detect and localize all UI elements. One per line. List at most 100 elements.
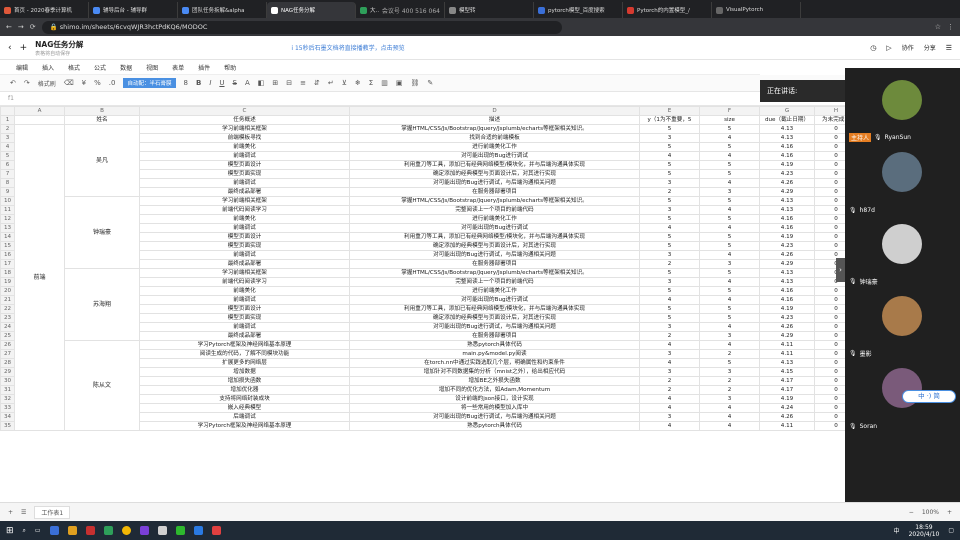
zoom-level[interactable]: 100% <box>922 509 939 516</box>
description-cell[interactable]: 利用重刀等工具，添加已有经典网络模型/模块化，并与后端沟通具体实现 <box>349 160 640 170</box>
owner-cell[interactable]: 吴凡 <box>64 124 140 197</box>
add-icon[interactable]: + <box>20 43 28 53</box>
row-number[interactable]: 8 <box>0 178 15 188</box>
status-cell[interactable]: 0 <box>814 178 845 188</box>
row-number[interactable]: 10 <box>0 196 15 206</box>
size-cell[interactable]: 4 <box>699 277 760 287</box>
filter-icon[interactable]: ⊻ <box>342 79 347 87</box>
size-cell[interactable]: 3 <box>699 331 760 341</box>
task-cell[interactable]: 阅读生成的代码，了解不同模块功能 <box>139 349 350 359</box>
row-number[interactable]: 21 <box>0 295 15 305</box>
task-cell[interactable]: 前端调试 <box>139 295 350 305</box>
status-cell[interactable]: 0 <box>814 322 845 332</box>
size-cell[interactable]: 4 <box>699 295 760 305</box>
due-cell[interactable]: 4.17 <box>759 385 815 395</box>
size-cell[interactable]: 4 <box>699 205 760 215</box>
row-number[interactable]: 11 <box>0 205 15 215</box>
due-cell[interactable]: 4.13 <box>759 196 815 206</box>
status-cell[interactable]: 0 <box>814 151 845 161</box>
browser-tab[interactable]: Pytorch的内置模型_/ <box>623 2 712 18</box>
size-cell[interactable]: 2 <box>699 376 760 386</box>
row-number[interactable]: 26 <box>0 340 15 350</box>
doc-title[interactable]: NAG任务分解 <box>35 39 83 50</box>
row-number[interactable]: 16 <box>0 250 15 260</box>
due-cell[interactable]: 4.23 <box>759 241 815 251</box>
column-header[interactable]: G <box>759 106 815 116</box>
browser-tab[interactable]: NAG任务分解 <box>267 2 356 18</box>
size-cell[interactable]: 2 <box>699 349 760 359</box>
doc-notice[interactable]: i 15秒后石墨文档将直接播教学，点击预览 <box>291 43 404 52</box>
zoom-in-icon[interactable]: + <box>947 509 952 516</box>
due-cell[interactable]: 4.26 <box>759 178 815 188</box>
column-header[interactable]: D <box>349 106 640 116</box>
status-cell[interactable]: 0 <box>814 412 845 422</box>
merge-icon[interactable]: ⊟ <box>286 79 292 87</box>
due-cell[interactable]: 4.16 <box>759 214 815 224</box>
font-size-select[interactable]: 8 <box>184 79 188 87</box>
priority-cell[interactable]: 4 <box>639 403 700 413</box>
chart-icon[interactable]: ▥ <box>381 79 388 87</box>
priority-cell[interactable]: 4 <box>639 394 700 404</box>
group-cell[interactable]: 前端 <box>14 124 65 431</box>
description-cell[interactable]: 进行前端美化工作 <box>349 286 640 296</box>
size-cell[interactable]: 5 <box>699 124 760 134</box>
size-cell[interactable]: 5 <box>699 142 760 152</box>
priority-cell[interactable]: 4 <box>639 358 700 368</box>
description-cell[interactable]: 对可能出现的Bug进行调试 <box>349 223 640 233</box>
priority-cell[interactable]: 5 <box>639 160 700 170</box>
description-cell[interactable]: 掌握HTML/CSS/Js/Bootstrap/Jquery/Jsplumb/e… <box>349 268 640 278</box>
menu-item[interactable]: 公式 <box>94 63 106 72</box>
row-number[interactable]: 33 <box>0 403 15 413</box>
description-cell[interactable]: 对可能出现的Bug进行调试，与后端沟通相关问题 <box>349 322 640 332</box>
status-cell[interactable]: 0 <box>814 304 845 314</box>
priority-cell[interactable]: 2 <box>639 187 700 197</box>
priority-cell[interactable]: 4 <box>639 223 700 233</box>
due-cell[interactable]: 4.19 <box>759 232 815 242</box>
priority-cell[interactable]: 2 <box>639 259 700 269</box>
task-cell[interactable]: 前端代码阅读学习 <box>139 277 350 287</box>
size-cell[interactable]: 4 <box>699 421 760 431</box>
description-cell[interactable]: 熟悉pytorch具体代码 <box>349 421 640 431</box>
status-cell[interactable]: 0 <box>814 349 845 359</box>
task-cell[interactable]: 前端美化 <box>139 142 350 152</box>
status-cell[interactable]: 0 <box>814 214 845 224</box>
priority-cell[interactable]: 3 <box>639 205 700 215</box>
collab-button[interactable]: 协作 <box>902 43 914 52</box>
menu-item[interactable]: 插入 <box>42 63 54 72</box>
header-cell[interactable] <box>14 115 65 125</box>
row-number[interactable]: 12 <box>0 214 15 224</box>
priority-cell[interactable]: 5 <box>639 268 700 278</box>
comment-icon[interactable]: ✎ <box>427 79 433 87</box>
header-cell[interactable]: 任务概述 <box>139 115 350 125</box>
due-cell[interactable]: 4.13 <box>759 124 815 134</box>
size-cell[interactable]: 5 <box>699 304 760 314</box>
play-icon[interactable]: ▷ <box>886 44 891 52</box>
bold-icon[interactable]: B <box>196 79 201 87</box>
task-cell[interactable]: 模型页面实现 <box>139 241 350 251</box>
menu-item[interactable]: 编辑 <box>16 63 28 72</box>
due-cell[interactable]: 4.11 <box>759 340 815 350</box>
due-cell[interactable]: 4.11 <box>759 349 815 359</box>
menu-item[interactable]: 数据 <box>120 63 132 72</box>
status-cell[interactable]: 0 <box>814 223 845 233</box>
url-field[interactable]: 🔒 shimo.im/sheets/6cvqWJR3hctPdKQ6/MODOC <box>41 20 562 34</box>
due-cell[interactable]: 4.13 <box>759 268 815 278</box>
priority-cell[interactable]: 3 <box>639 412 700 422</box>
size-cell[interactable]: 5 <box>699 214 760 224</box>
row-number[interactable]: 19 <box>0 277 15 287</box>
browser-tab[interactable]: VisualPytorch <box>712 2 801 18</box>
row-number[interactable]: 17 <box>0 259 15 269</box>
row-number[interactable]: 24 <box>0 322 15 332</box>
description-cell[interactable]: 完整阅读上一个项目的前端代码 <box>349 277 640 287</box>
row-number[interactable]: 7 <box>0 169 15 179</box>
app-icon-7[interactable] <box>157 526 167 535</box>
italic-icon[interactable]: I <box>209 79 211 87</box>
status-cell[interactable]: 0 <box>814 205 845 215</box>
priority-cell[interactable]: 3 <box>639 277 700 287</box>
browser-tab[interactable]: 模型转 <box>445 2 534 18</box>
browser-tab[interactable]: 辅导后台 - 辅导群 <box>89 2 178 18</box>
task-cell[interactable]: 前端美化 <box>139 214 350 224</box>
row-number[interactable]: 4 <box>0 142 15 152</box>
task-cell[interactable]: 最终成品部署 <box>139 259 350 269</box>
size-cell[interactable]: 3 <box>699 259 760 269</box>
